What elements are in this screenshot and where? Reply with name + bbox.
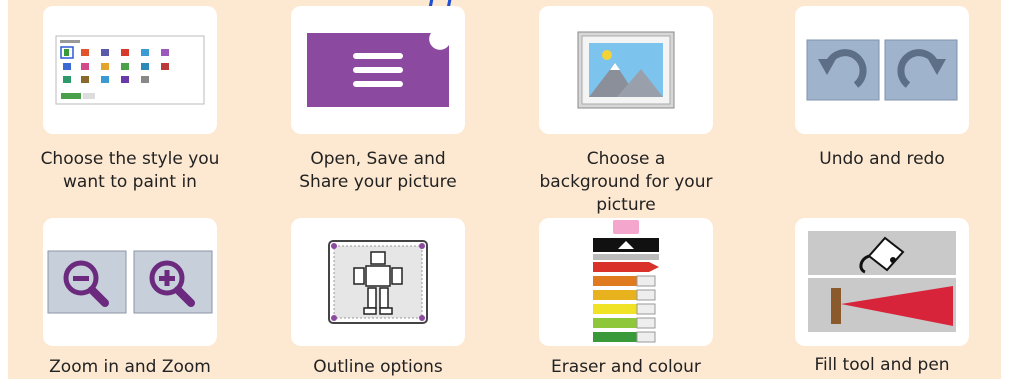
outline-card[interactable] [291, 218, 465, 346]
label-line: Fill tool and pen [814, 355, 950, 375]
zoom-in-icon[interactable] [133, 250, 213, 314]
fill-and-pen-icons [808, 231, 956, 332]
eraser-colour-label: Eraser and colour [510, 356, 742, 379]
landscape-picture-icon [577, 31, 675, 109]
zoom-label: Zoom in and Zoom [14, 356, 246, 379]
file-menu-label: Open, Save and Share your picture [262, 148, 494, 194]
background-label: Choose a background for your picture [510, 148, 742, 217]
undo-redo-icons [806, 39, 958, 101]
file-menu-card[interactable] [291, 6, 465, 134]
label-line: Choose the style you [40, 149, 220, 169]
label-line: Choose a [586, 149, 666, 169]
fill-bucket-icon[interactable] [808, 231, 956, 275]
fill-pen-card[interactable] [795, 218, 969, 346]
pen-icon[interactable] [808, 278, 956, 332]
label-line: Share your picture [299, 172, 457, 192]
style-picker-card[interactable] [43, 6, 217, 134]
undo-redo-label: Undo and redo [766, 148, 998, 171]
label-line: want to paint in [63, 172, 197, 192]
undo-redo-card[interactable] [795, 6, 969, 134]
label-line: Undo and redo [819, 149, 945, 169]
label-line: picture [596, 195, 656, 215]
zoom-out-icon[interactable] [47, 250, 127, 314]
redo-icon[interactable] [884, 39, 958, 101]
label-line: background for your [539, 172, 713, 192]
style-grid-icon [55, 35, 205, 105]
zoom-icons [47, 250, 213, 314]
undo-icon[interactable] [806, 39, 880, 101]
label-line: Zoom in and Zoom [49, 357, 211, 377]
fill-pen-label: Fill tool and pen [766, 354, 998, 377]
crayon-icons [593, 262, 659, 343]
style-picker-label: Choose the style you want to paint in [14, 148, 246, 194]
label-line: Eraser and colour [551, 357, 701, 377]
menu-icon [307, 31, 451, 107]
features-panel: ƒ ƒ [8, 0, 1001, 379]
eraser-colour-card[interactable] [539, 218, 713, 346]
zoom-card[interactable] [43, 218, 217, 346]
label-line: Outline options [313, 357, 443, 377]
outline-label: Outline options [262, 356, 494, 379]
robot-outline-icon [328, 240, 428, 324]
label-line: Open, Save and [310, 149, 446, 169]
eraser-icon [613, 220, 639, 234]
background-card[interactable] [539, 6, 713, 134]
eraser-and-colour-tools-icon [593, 220, 659, 343]
